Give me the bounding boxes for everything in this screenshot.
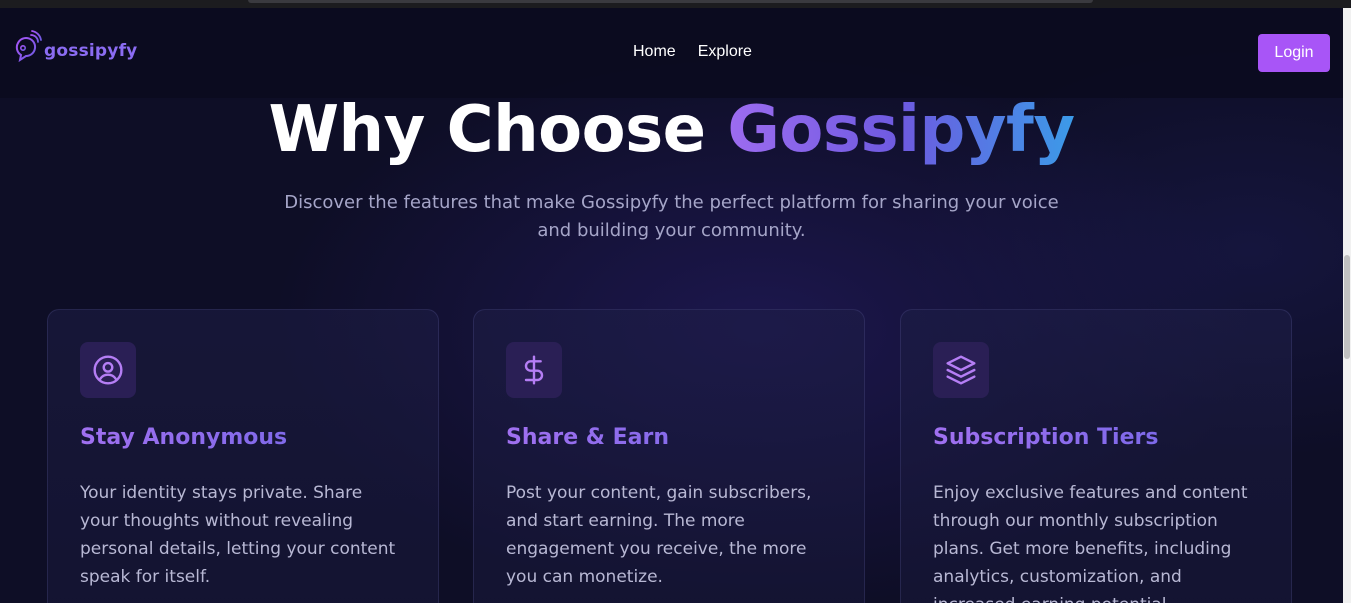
navbar: gossipyfy Home Explore Login	[0, 8, 1343, 98]
browser-top-strip	[0, 0, 1351, 8]
browser-tab-edge	[248, 0, 1093, 3]
hero-title-brand: Gossipyfy	[727, 93, 1075, 167]
logo-text: gossipyfy	[44, 41, 138, 61]
dollar-icon	[506, 342, 562, 398]
landing-page: gossipyfy Home Explore Login Why Choose …	[0, 0, 1351, 603]
logo[interactable]: gossipyfy	[12, 29, 137, 73]
login-button[interactable]: Login	[1258, 34, 1330, 72]
feature-text: Enjoy exclusive features and content thr…	[933, 483, 1248, 603]
feature-card-share-earn: Share & Earn Post your content, gain sub…	[473, 309, 865, 603]
nav-link-home[interactable]: Home	[633, 43, 676, 61]
speech-bubble-icon	[12, 29, 42, 73]
feature-title: Subscription Tiers	[933, 422, 1259, 454]
feature-title: Share & Earn	[506, 422, 832, 454]
layers-icon	[933, 342, 989, 398]
feature-card-subscription: Subscription Tiers Enjoy exclusive featu…	[900, 309, 1292, 603]
hero-subtitle: Discover the features that make Gossipyf…	[284, 192, 1059, 241]
page-scrollbar[interactable]	[1343, 8, 1351, 603]
nav-links: Home Explore	[633, 43, 752, 61]
feature-text: Post your content, gain subscribers, and…	[506, 483, 812, 587]
feature-title: Stay Anonymous	[80, 422, 406, 454]
nav-link-explore[interactable]: Explore	[698, 43, 752, 61]
feature-card-anonymous: Stay Anonymous Your identity stays priva…	[47, 309, 439, 603]
feature-text: Your identity stays private. Share your …	[80, 483, 396, 587]
scrollbar-thumb[interactable]	[1344, 255, 1350, 359]
user-circle-icon	[80, 342, 136, 398]
hero-title: Why Choose Gossipyfy	[0, 86, 1343, 174]
hero-title-plain: Why Choose	[268, 93, 728, 167]
